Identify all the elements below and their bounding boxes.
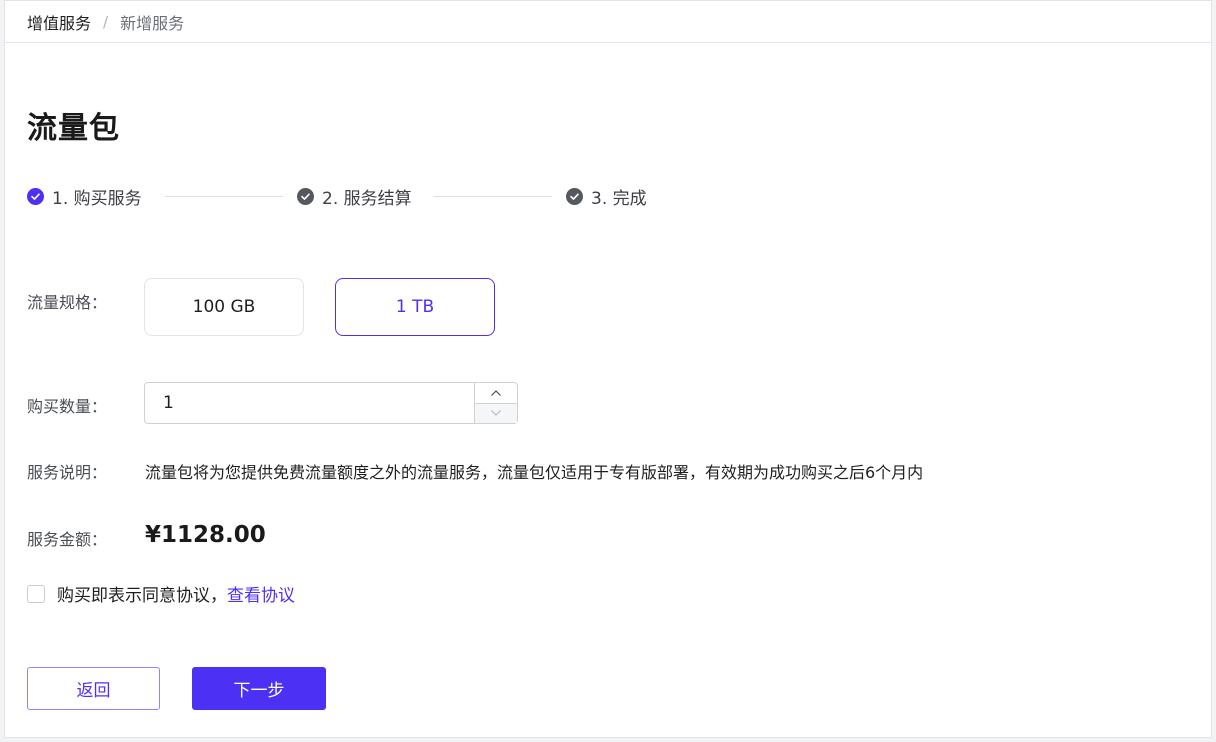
service-description: 流量包将为您提供免费流量额度之外的流量服务，流量包仅适用于专有版部署，有效期为成… <box>145 463 924 482</box>
step-settlement: 2. 服务结算 <box>297 183 412 209</box>
increment-button[interactable] <box>475 383 517 404</box>
amount-label: 服务金额： <box>27 530 108 549</box>
step-connector <box>165 196 283 197</box>
quantity-stepper <box>144 382 518 424</box>
step-label: 1. 购买服务 <box>52 188 142 209</box>
qty-label: 购买数量： <box>27 397 108 416</box>
agreement-checkbox[interactable] <box>27 584 45 603</box>
breadcrumb: 增值服务 / 新增服务 <box>5 1 1211 43</box>
step-connector <box>434 196 552 197</box>
check-circle-icon <box>297 187 314 205</box>
check-circle-icon <box>27 187 44 205</box>
steps-bar: 1. 购买服务 2. 服务结算 3. 完成 <box>27 183 727 209</box>
desc-label: 服务说明： <box>27 463 108 482</box>
back-button[interactable]: 返回 <box>27 667 160 710</box>
step-label: 3. 完成 <box>591 188 647 209</box>
agreement-row: 购买即表示同意协议， 查看协议 <box>27 581 295 606</box>
service-amount: ¥1128.00 <box>145 522 266 548</box>
view-agreement-link[interactable]: 查看协议 <box>227 581 295 606</box>
breadcrumb-current: 新增服务 <box>120 13 185 33</box>
quantity-stepper-controls <box>474 383 517 423</box>
step-label: 2. 服务结算 <box>322 188 412 209</box>
spec-option-1tb[interactable]: 1 TB <box>335 278 495 336</box>
page-title: 流量包 <box>27 111 120 146</box>
chevron-up-icon <box>491 389 501 396</box>
quantity-input[interactable] <box>145 383 474 423</box>
breadcrumb-separator: / <box>103 12 109 31</box>
spec-option-100gb[interactable]: 100 GB <box>144 278 304 336</box>
step-complete: 3. 完成 <box>566 183 647 209</box>
decrement-button[interactable] <box>475 403 517 423</box>
spec-label: 流量规格： <box>27 293 108 312</box>
step-purchase: 1. 购买服务 <box>27 183 142 209</box>
agreement-text: 购买即表示同意协议， <box>57 586 227 606</box>
chevron-down-icon <box>491 410 501 417</box>
page-frame: 增值服务 / 新增服务 流量包 1. 购买服务 2. 服务结算 3. 完成 流量… <box>4 0 1212 738</box>
check-circle-icon <box>566 187 583 205</box>
breadcrumb-root[interactable]: 增值服务 <box>27 10 91 34</box>
next-step-button[interactable]: 下一步 <box>192 667 326 710</box>
